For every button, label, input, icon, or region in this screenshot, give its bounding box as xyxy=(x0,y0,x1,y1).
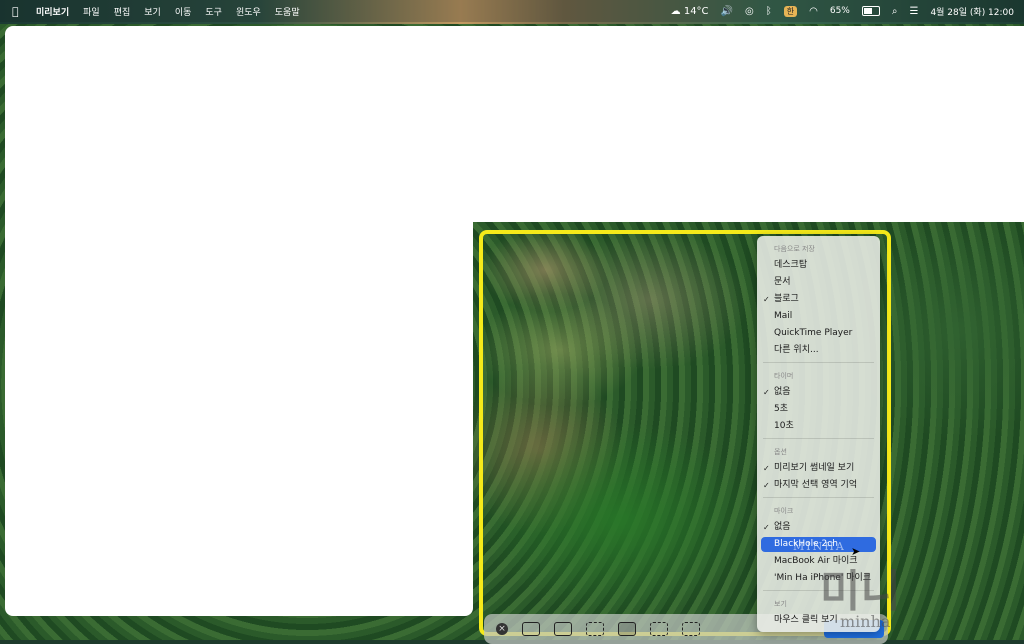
menu-item-label: 5초 xyxy=(774,404,789,414)
menu-header-options: 옵션 xyxy=(774,448,787,456)
menu-item-label: 미리보기 썸네일 보기 xyxy=(774,463,855,473)
menu-header-save-to: 다음으로 저장 xyxy=(774,245,815,253)
battery-percent: 65% xyxy=(829,6,850,16)
close-icon[interactable]: × xyxy=(496,623,508,635)
menu-app-name[interactable]: 미리보기 xyxy=(36,5,69,18)
search-icon[interactable]: ⌕ xyxy=(892,6,898,17)
battery-icon[interactable] xyxy=(861,6,880,16)
menu-separator xyxy=(763,497,874,498)
bluetooth-icon[interactable]: ᛒ xyxy=(766,6,772,17)
clock[interactable]: 4월 28일 (화) 12:00 xyxy=(930,5,1014,18)
menu-item-label: 다른 위치... xyxy=(774,345,819,355)
airdrop-icon[interactable]: ◎ xyxy=(745,6,754,17)
wifi-icon[interactable]: ◠ xyxy=(809,6,818,17)
weather-widget[interactable]: ☁ 14°C xyxy=(671,6,709,17)
menu-item-label: QuickTime Player xyxy=(774,328,853,338)
menu-header-microphone: 마이크 xyxy=(774,507,794,515)
menu-item-desktop[interactable]: 데스크탑 xyxy=(757,258,880,273)
menu-item-remember-selection[interactable]: ✓ 마지막 선택 영역 기억 xyxy=(757,478,880,493)
menu-item-label: 데스크탑 xyxy=(774,260,808,270)
menu-item-documents[interactable]: 문서 xyxy=(757,275,880,290)
apple-icon[interactable]:  xyxy=(12,5,26,18)
menu-item-mail[interactable]: Mail xyxy=(757,309,880,324)
menu-tools[interactable]: 도구 xyxy=(205,5,222,18)
menu-separator xyxy=(763,438,874,439)
menu-item-label: 10초 xyxy=(774,421,794,431)
watermark-signature: minha xyxy=(840,612,891,631)
input-source-icon[interactable]: 한 xyxy=(783,5,798,17)
menu-go[interactable]: 이동 xyxy=(175,5,192,18)
menu-item-label: 블로그 xyxy=(774,294,799,304)
menu-item-timer-none[interactable]: ✓ 없음 xyxy=(757,385,880,400)
volume-icon[interactable]: 🔊 xyxy=(721,6,733,17)
menu-item-label: 마지막 선택 영역 기억 xyxy=(774,480,858,490)
capture-selection-icon[interactable] xyxy=(586,622,604,636)
menu-item-timer-10s[interactable]: 10초 xyxy=(757,419,880,434)
menu-item-label: 없음 xyxy=(774,522,791,532)
menu-separator xyxy=(763,362,874,363)
window-top-area xyxy=(5,26,1024,222)
checkmark-icon: ✓ xyxy=(763,523,770,532)
capture-screen-icon[interactable] xyxy=(522,622,540,636)
menu-item-label: 문서 xyxy=(774,277,791,287)
menu-item-other-location[interactable]: 다른 위치... xyxy=(757,343,880,358)
watermark-logo: 미니 xyxy=(820,566,901,617)
record-portion-icon[interactable] xyxy=(682,622,700,636)
menu-file[interactable]: 파일 xyxy=(83,5,100,18)
record-screen-icon[interactable] xyxy=(618,622,636,636)
watermark-text: MINHA xyxy=(793,540,846,553)
checkmark-icon: ✓ xyxy=(763,481,770,490)
record-selection-icon[interactable] xyxy=(650,622,668,636)
menu-item-blog[interactable]: ✓ 블로그 xyxy=(757,292,880,307)
menu-item-timer-5s[interactable]: 5초 xyxy=(757,402,880,417)
menu-item-label: 없음 xyxy=(774,387,791,397)
checkmark-icon: ✓ xyxy=(763,464,770,473)
window-left-area xyxy=(5,222,473,616)
menu-item-label: Mail xyxy=(774,311,793,321)
menu-item-show-thumbnail[interactable]: ✓ 미리보기 썸네일 보기 xyxy=(757,461,880,476)
menu-help[interactable]: 도움말 xyxy=(275,5,300,18)
menu-window[interactable]: 윈도우 xyxy=(236,5,261,18)
control-center-icon[interactable]: ☰ xyxy=(909,6,918,17)
menu-edit[interactable]: 편집 xyxy=(114,5,131,18)
capture-window-icon[interactable] xyxy=(554,622,572,636)
checkmark-icon: ✓ xyxy=(763,388,770,397)
weather-temp: 14°C xyxy=(683,5,709,17)
menu-item-quicktime[interactable]: QuickTime Player xyxy=(757,326,880,341)
menu-view[interactable]: 보기 xyxy=(144,5,161,18)
menu-item-mic-none[interactable]: ✓ 없음 xyxy=(757,520,880,535)
menu-header-timer: 타이머 xyxy=(774,372,794,380)
status-area: ☁ 14°C 🔊 ◎ ᛒ 한 ◠ 65% ⌕ ☰ 4월 28일 (화) 12:0… xyxy=(671,0,1014,22)
checkmark-icon: ✓ xyxy=(763,295,770,304)
menu-bar:  미리보기 파일 편집 보기 이동 도구 윈도우 도움말 ☁ 14°C 🔊 ◎… xyxy=(0,0,1024,22)
